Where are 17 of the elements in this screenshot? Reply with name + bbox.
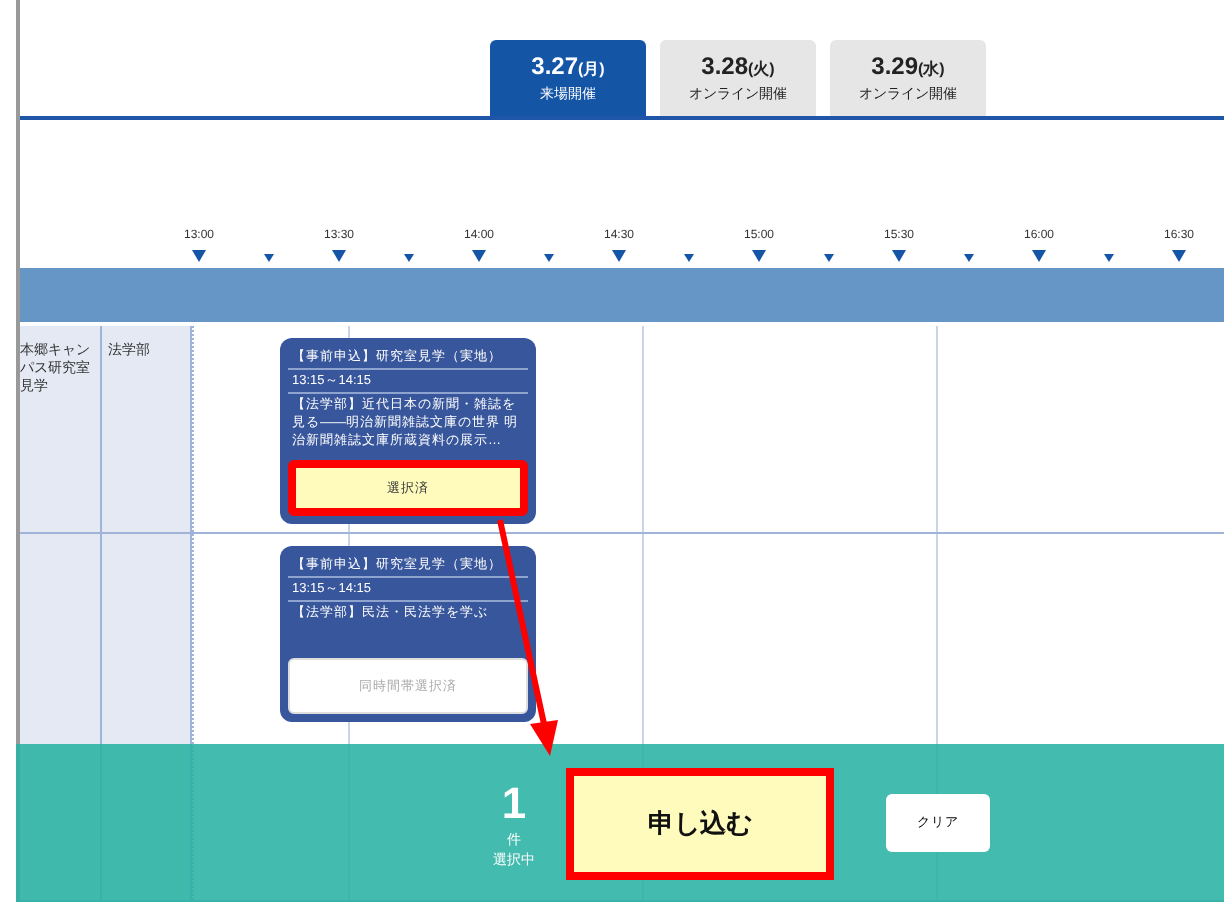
tick-icon [544,254,554,262]
tick-icon [1032,250,1046,262]
tick-icon [1172,250,1186,262]
selection-count: 1 [501,777,527,829]
tick-icon [264,254,274,262]
tick-icon [332,250,346,262]
tick-icon [892,250,906,262]
tick-icon [824,254,834,262]
apply-button[interactable]: 申し込む [566,767,834,879]
tick-icon [684,254,694,262]
tick-icon [1104,254,1114,262]
tick-icon [192,250,206,262]
tick-icon [752,250,766,262]
tick-icon [472,250,486,262]
tick-icon [404,254,414,262]
tick-icon [964,254,974,262]
tick-icon [612,250,626,262]
